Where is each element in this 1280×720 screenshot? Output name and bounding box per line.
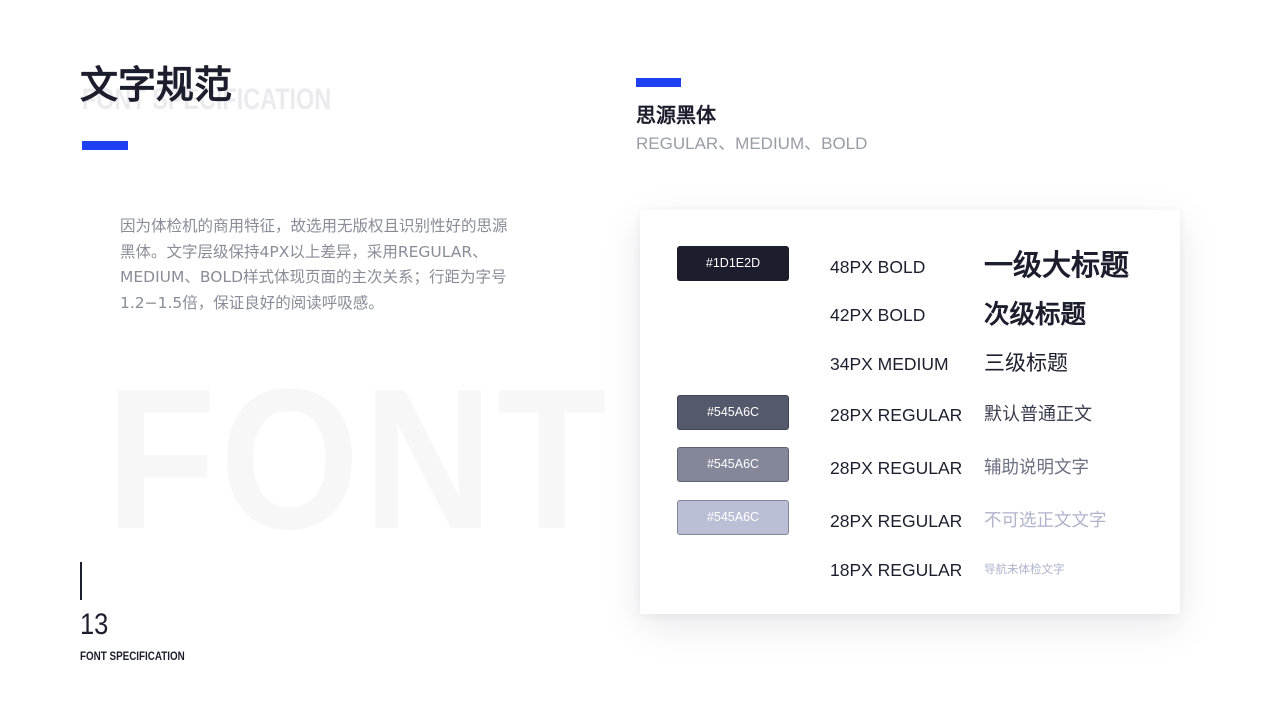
background-font-word: FONT [106,348,611,571]
spec-size-label: 42PX BOLD [830,305,926,325]
spec-sample-text: 三级标题 [984,351,1068,375]
intro-line: 1.2−1.5倍，保证良好的阅读呼吸感。 [120,293,384,312]
font-accent-bar [636,78,681,87]
spec-size-label: 34PX MEDIUM [830,354,949,374]
title-accent-bar [82,141,128,150]
color-swatch: #545A6C [677,447,789,482]
spec-size-label: 48PX BOLD [830,257,926,277]
color-swatch: #545A6C [677,500,789,535]
spec-sample-text: 一级大标题 [984,248,1130,282]
intro-paragraph: 因为体检机的商用特征，故选用无版权且识别性好的思源 黑体。文字层级保持4PX以上… [120,214,540,316]
spec-sample-text: 次级标题 [984,300,1087,330]
spec-size-label: 18PX REGULAR [830,560,963,580]
intro-line: MEDIUM、BOLD样式体现页面的主次关系；行距为字号 [120,268,507,286]
font-family-name: 思源黑体 [636,103,716,127]
spec-sample-text: 默认普通正文 [984,404,1092,425]
font-weights-list: REGULAR、MEDIUM、BOLD [636,134,868,153]
page-number: 13 [80,608,109,641]
page-number-divider [80,562,82,600]
color-swatch: #545A6C [677,395,789,430]
intro-line: 因为体检机的商用特征，故选用无版权且识别性好的思源 [120,217,508,235]
spec-sample-text: 辅助说明文字 [984,458,1089,478]
page-title: 文字规范 [80,63,233,107]
page-caption: FONT SPECIFICATION [80,649,185,663]
color-swatch: #1D1E2D [677,246,789,281]
spec-sample-text: 导航未体检文字 [984,562,1065,576]
spec-size-label: 28PX REGULAR [830,511,963,531]
font-spec-card: #1D1E2D #545A6C #545A6C #545A6C 48PX BOL… [640,210,1180,614]
spec-sample-text: 不可选正文文字 [984,511,1107,531]
spec-size-label: 28PX REGULAR [830,405,963,425]
intro-line: 黑体。文字层级保持4PX以上差异，采用REGULAR、 [120,242,488,261]
spec-size-label: 28PX REGULAR [830,458,963,478]
